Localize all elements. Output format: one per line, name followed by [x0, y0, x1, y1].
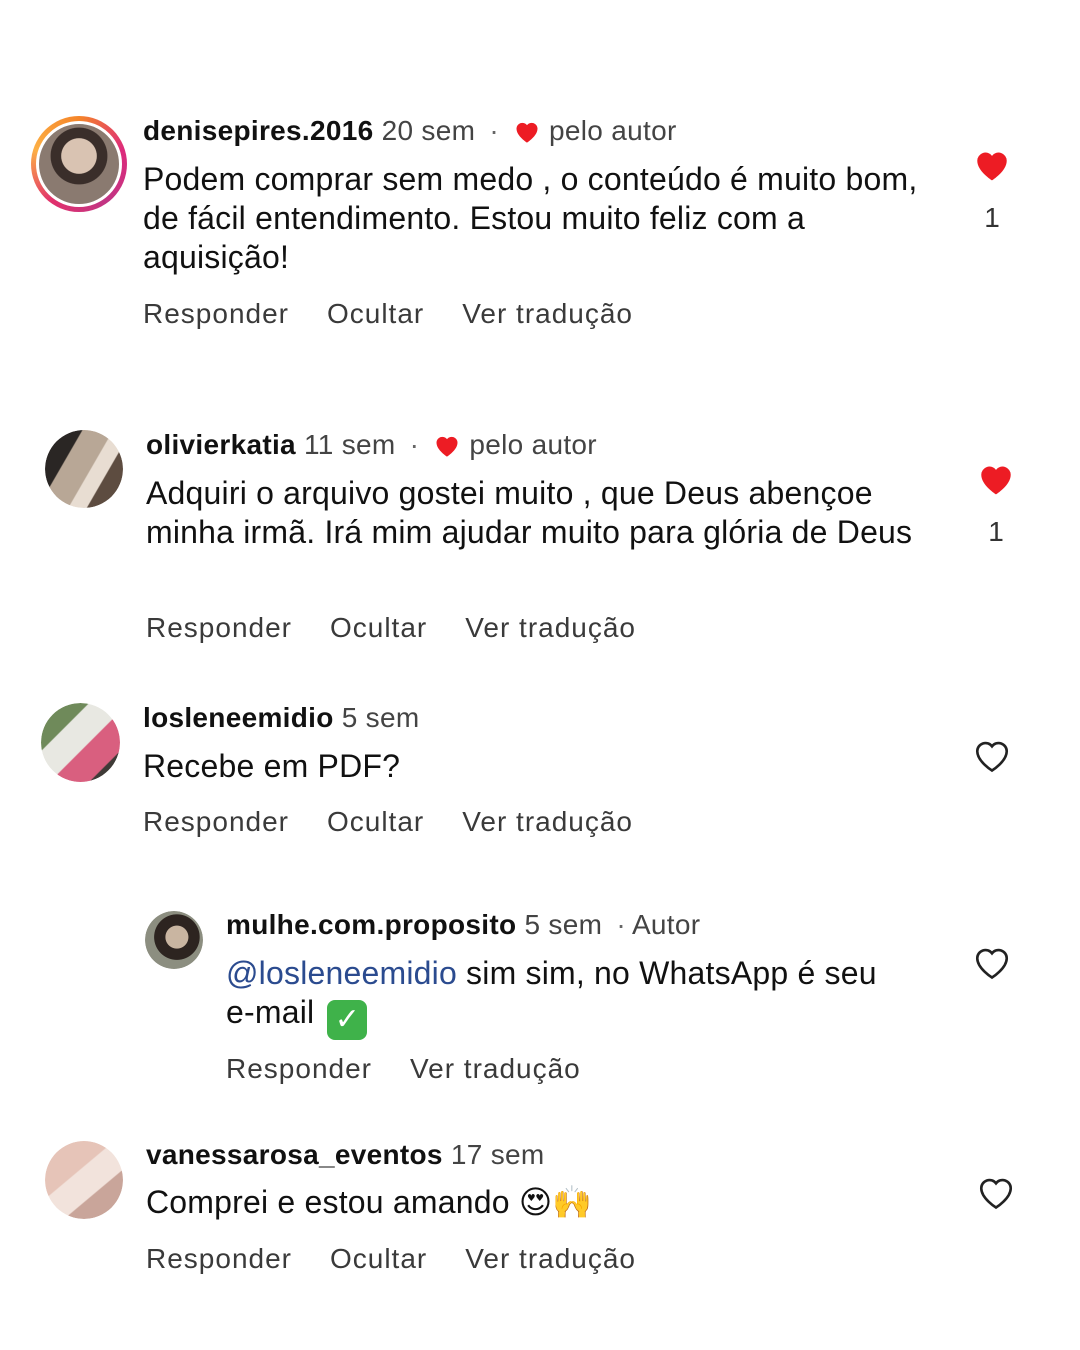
emoji-icons: 😍🙌 [518, 1183, 593, 1221]
separator: · [616, 909, 626, 940]
comment-actions: Responder Ocultar Ver tradução [143, 805, 671, 839]
timestamp: 17 sem [450, 1139, 545, 1170]
hide-button[interactable]: Ocultar [327, 298, 424, 329]
like-count: 1 [984, 202, 1000, 233]
avatar[interactable] [45, 1141, 123, 1219]
comment-text: Podem comprar sem medo , o conteúdo é mu… [143, 161, 918, 275]
like-control[interactable] [962, 944, 1022, 980]
comment-header: mulhe.com.proposito 5 sem · Autor [226, 908, 700, 942]
like-count: 1 [988, 516, 1004, 547]
hide-button[interactable]: Ocultar [327, 806, 424, 837]
comment-header: vanessarosa_eventos 17 sem [146, 1138, 545, 1172]
timestamp: 20 sem [381, 115, 476, 146]
avatar[interactable] [31, 116, 127, 212]
reply-button[interactable]: Responder [146, 1243, 292, 1274]
username[interactable]: mulhe.com.proposito [226, 909, 516, 940]
timestamp: 5 sem [341, 702, 420, 733]
avatar[interactable] [41, 703, 120, 782]
like-control[interactable]: 1 [966, 460, 1026, 548]
comment-actions: Responder Ocultar Ver tradução [143, 297, 671, 331]
comment-body: Comprei e estou amando [146, 1184, 510, 1220]
heart-outline-icon[interactable] [972, 737, 1012, 773]
avatar[interactable] [145, 911, 203, 969]
comment-actions: Responder Ver tradução [226, 1052, 619, 1086]
username[interactable]: losleneemidio [143, 702, 334, 733]
avatar[interactable] [45, 430, 123, 508]
mention-link[interactable]: @losleneemidio [226, 955, 457, 991]
reply-button[interactable]: Responder [146, 612, 292, 643]
author-heart-icon [516, 122, 538, 143]
liked-by-author: pelo autor [469, 429, 597, 460]
timestamp: 5 sem [524, 909, 603, 940]
translate-button[interactable]: Ver tradução [465, 1243, 636, 1274]
reply-button[interactable]: Responder [143, 298, 289, 329]
liked-by-author: pelo autor [549, 115, 677, 146]
heart-outline-icon[interactable] [976, 1174, 1016, 1210]
separator: · [489, 115, 499, 146]
timestamp: 11 sem [304, 429, 396, 460]
like-control[interactable] [962, 737, 1022, 773]
translate-button[interactable]: Ver tradução [462, 806, 633, 837]
translate-button[interactable]: Ver tradução [465, 612, 636, 643]
heart-filled-icon[interactable] [972, 146, 1012, 182]
like-control[interactable]: 1 [962, 146, 1022, 234]
hide-button[interactable]: Ocultar [330, 1243, 427, 1274]
heart-filled-icon[interactable] [976, 460, 1016, 496]
comment-header: losleneemidio 5 sem [143, 701, 419, 735]
comment-actions: Responder Ocultar Ver tradução [146, 611, 674, 645]
author-heart-icon [436, 436, 458, 457]
check-mark-icon: ✓ [327, 1000, 368, 1040]
comment-text: Recebe em PDF? [143, 748, 401, 784]
username[interactable]: vanessarosa_eventos [146, 1139, 443, 1170]
comment-text: Comprei e estou amando 😍🙌 [146, 1183, 926, 1222]
comment-header: denisepires.2016 20 sem · pelo autor [143, 114, 677, 148]
comment-text: @losleneemidio sim sim, no WhatsApp é se… [226, 954, 886, 1040]
reply-button[interactable]: Responder [143, 806, 289, 837]
translate-button[interactable]: Ver tradução [410, 1053, 581, 1084]
comment-text: Adquiri o arquivo gostei muito , que Deu… [146, 475, 913, 550]
separator: · [409, 429, 420, 460]
comment-header: olivierkatia 11 sem · pelo autor [146, 428, 597, 462]
reply-button[interactable]: Responder [226, 1053, 372, 1084]
username[interactable]: olivierkatia [146, 429, 296, 460]
hide-button[interactable]: Ocultar [330, 612, 427, 643]
author-badge: Autor [631, 909, 701, 940]
username[interactable]: denisepires.2016 [143, 115, 374, 146]
like-control[interactable] [966, 1174, 1026, 1210]
heart-outline-icon[interactable] [972, 944, 1012, 980]
translate-button[interactable]: Ver tradução [462, 298, 633, 329]
comment-actions: Responder Ocultar Ver tradução [146, 1242, 674, 1276]
